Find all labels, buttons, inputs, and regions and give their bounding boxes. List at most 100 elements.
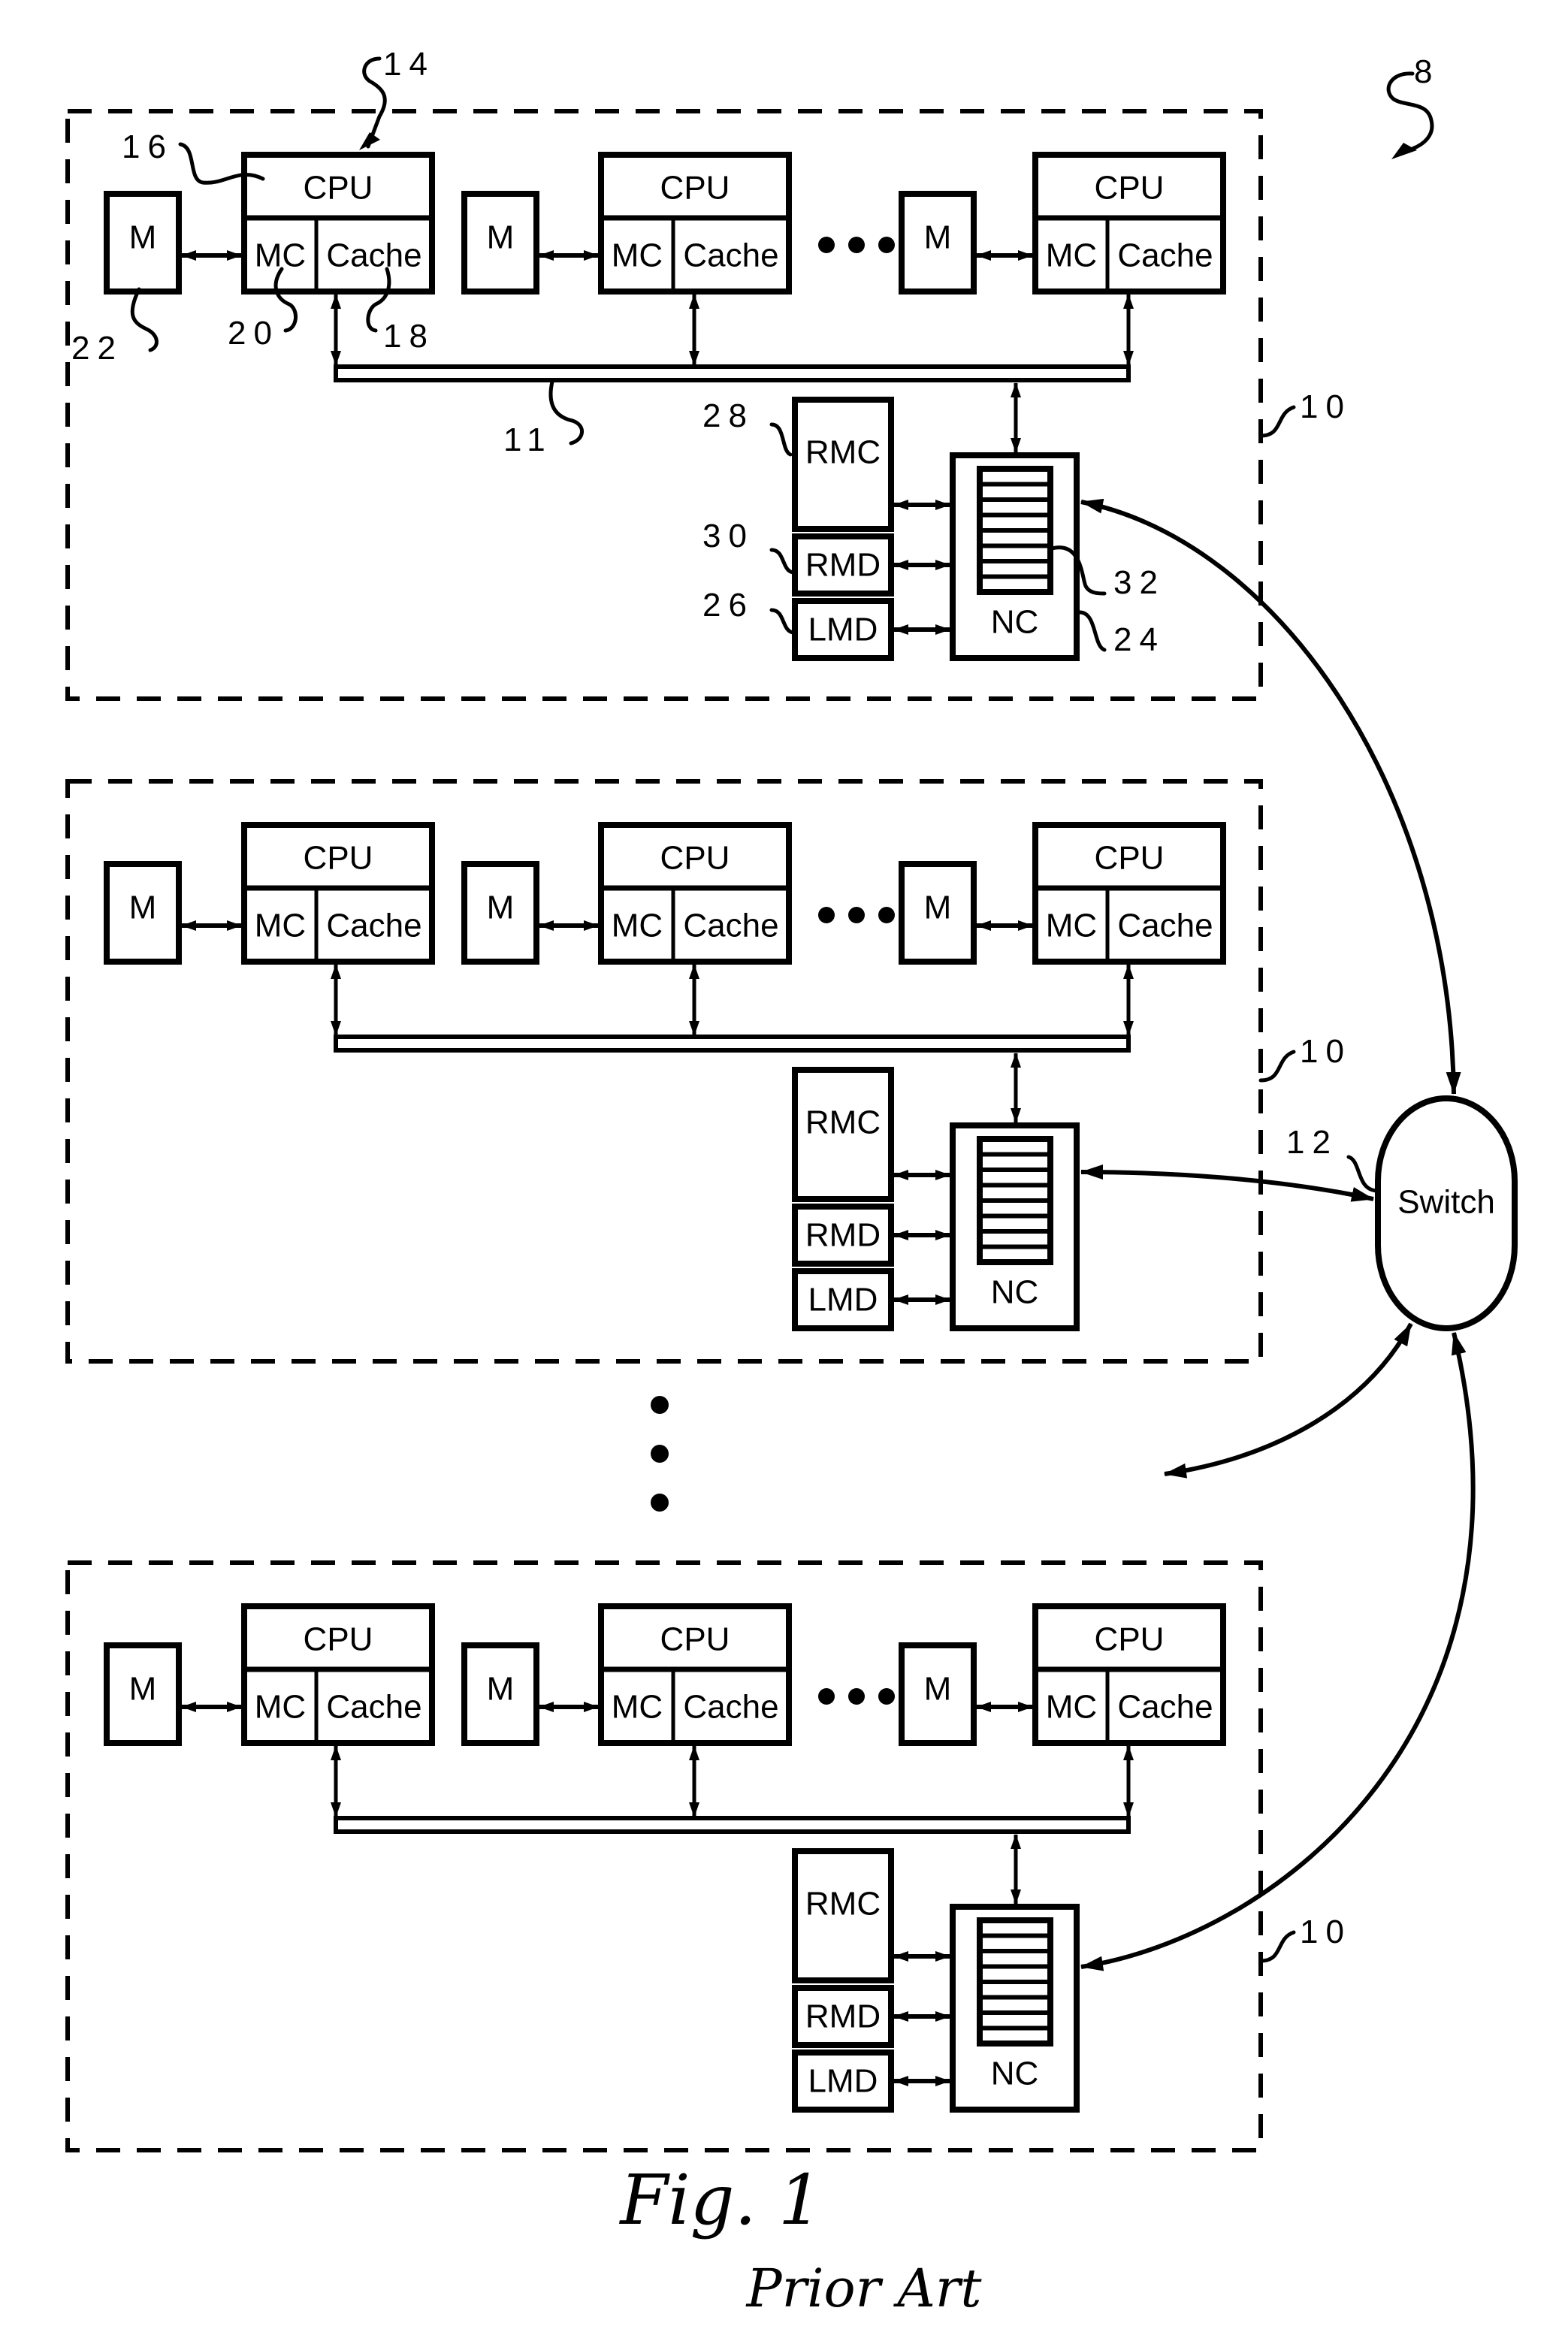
ref-numeral-bus: 11	[503, 421, 553, 458]
rmd-label: RMD	[805, 1998, 881, 2035]
cpu-label: CPU	[660, 170, 730, 207]
memory-label: M	[487, 1671, 515, 1708]
ellipsis-dot	[651, 1445, 669, 1463]
mc-label: MC	[1046, 908, 1097, 944]
ref-numeral-system: 8	[1414, 53, 1440, 90]
cpu-label: CPU	[304, 170, 373, 207]
mc-label: MC	[1046, 1689, 1097, 1726]
mc-label: MC	[255, 1689, 306, 1726]
cpu-label: CPU	[304, 840, 373, 877]
cache-label: Cache	[1117, 237, 1213, 274]
rmc-label: RMC	[805, 1886, 881, 1923]
ref-numeral-memory-controller: 20	[228, 315, 279, 352]
nc-label: NC	[991, 1274, 1039, 1311]
ref-numeral-cpu-core: 16	[122, 128, 174, 165]
rmc-label: RMC	[805, 434, 881, 471]
cpu-label: CPU	[304, 1621, 373, 1658]
more-nodes-ellipsis	[651, 1396, 669, 1512]
interconnect-bus	[334, 364, 1131, 382]
memory-label: M	[487, 890, 515, 926]
cpu-label: CPU	[660, 840, 730, 877]
ref-numeral-nc-buffer: 32	[1113, 564, 1165, 601]
cache-label: Cache	[326, 1689, 421, 1726]
ellipsis-dot	[848, 1688, 865, 1705]
lmd-label: LMD	[808, 1282, 878, 1319]
cpu-label: CPU	[660, 1621, 730, 1658]
mc-label: MC	[612, 1689, 663, 1726]
ellipsis-dot	[818, 237, 835, 253]
ellipsis-dot	[878, 1688, 895, 1705]
ref-numeral-node: 10	[1300, 1914, 1352, 1950]
switch-link-node-2	[1080, 1164, 1374, 1202]
ref-numeral-node: 10	[1300, 388, 1352, 425]
memory-label: M	[924, 219, 952, 256]
leader-line	[1258, 1050, 1296, 1083]
leader-line	[1258, 1930, 1296, 1963]
cpu-label: CPU	[1095, 840, 1165, 877]
nc-label: NC	[991, 2056, 1039, 2092]
processor-2: CPU MC Cache M	[461, 152, 792, 366]
figure-subtitle: Prior Art	[745, 2258, 983, 2319]
ref-numeral-switch: 12	[1286, 1124, 1338, 1161]
ellipsis-dot	[878, 237, 895, 253]
interconnect-bus	[334, 1816, 1131, 1834]
ref-numeral-processor: 14	[383, 46, 435, 83]
memory-label: M	[487, 219, 515, 256]
leader-line	[1077, 610, 1107, 652]
switch: Switch	[1375, 1095, 1518, 1331]
leader-line	[130, 287, 159, 352]
processor-2: CPU MC Cache M	[461, 822, 792, 1036]
cpu-label: CPU	[1095, 170, 1165, 207]
ellipsis-dot	[818, 907, 835, 923]
cache-label: Cache	[1117, 908, 1213, 944]
multiprocessor-system-diagram: CPU MC Cache M CPU MC Cache M CPU MC Cache M NC RMC RM…	[65, 46, 1518, 2319]
switch-label: Switch	[1397, 1184, 1495, 1221]
ellipsis-dot	[848, 907, 865, 923]
lmd-label: LMD	[808, 2063, 878, 2100]
nc-label: NC	[991, 604, 1039, 641]
ref-numeral-memory: 22	[71, 330, 123, 367]
ellipsis-dot	[651, 1396, 669, 1414]
ref-numeral-cache: 18	[383, 318, 435, 355]
mc-label: MC	[612, 908, 663, 944]
ref-numeral-lmd: 26	[702, 587, 754, 624]
leader-line	[362, 56, 387, 149]
ref-numeral-node-controller: 24	[1113, 621, 1165, 658]
memory-label: M	[129, 1671, 157, 1708]
node-1: CPUMC CacheMCPUMC CacheMCPUMC CacheMNCRMCRM…	[65, 109, 1263, 701]
memory-label: M	[129, 890, 157, 926]
figure-title: Fig. 1	[618, 2160, 822, 2240]
ref-numeral-rmc: 28	[702, 397, 754, 434]
cache-label: Cache	[326, 237, 421, 274]
mc-label: MC	[612, 237, 663, 274]
rmd-label: RMD	[805, 1217, 881, 1254]
memory-label: M	[924, 890, 952, 926]
leader-line	[1258, 405, 1296, 438]
cache-label: Cache	[683, 237, 778, 274]
ellipsis-dot	[878, 907, 895, 923]
processor-2: CPU MC Cache M	[461, 1603, 792, 1817]
processor-1: CPU MC Cache M	[104, 1603, 435, 1817]
interconnect-bus	[334, 1035, 1131, 1053]
leader-line	[769, 548, 796, 575]
mc-label: MC	[1046, 237, 1097, 274]
leader-line	[1346, 1155, 1380, 1193]
cpu-label: CPU	[1095, 1621, 1165, 1658]
cache-label: Cache	[1117, 1689, 1213, 1726]
ref-numeral-rmd: 30	[702, 518, 754, 554]
cache-label: Cache	[683, 908, 778, 944]
lmd-label: LMD	[808, 612, 878, 648]
processor-1: CPU MC Cache M	[104, 822, 435, 1036]
processor-3: CPU MC Cache M	[899, 152, 1226, 366]
rmc-label: RMC	[805, 1104, 881, 1141]
leader-line	[548, 379, 584, 446]
processor-3: CPU MC Cache M	[899, 822, 1226, 1036]
ellipsis-dot	[848, 237, 865, 253]
switch-link-more-nodes	[1164, 1322, 1413, 1479]
memory-label: M	[924, 1671, 952, 1708]
ellipsis-dot	[818, 1688, 835, 1705]
processor-3: CPU MC Cache M	[899, 1603, 1226, 1817]
cache-label: Cache	[326, 908, 421, 944]
mc-label: MC	[255, 908, 306, 944]
leader-arrowhead	[1391, 143, 1417, 159]
